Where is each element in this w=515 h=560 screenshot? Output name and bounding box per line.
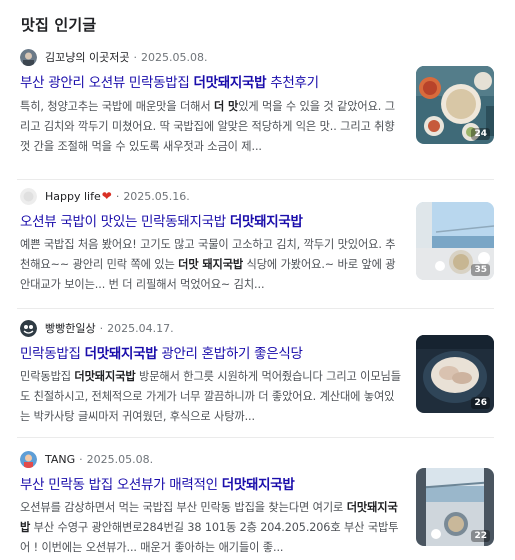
post-snippet: 오션뷰를 감상하면서 먹는 국밥집 부산 민락동 밥집을 찾는다면 여기로 더맛… — [20, 501, 399, 554]
post-meta: Happy life ❤ · 2025.05.16. — [20, 187, 190, 205]
meta-separator: · — [99, 321, 104, 335]
meta-separator: · — [133, 50, 137, 64]
post-date: 2025.05.08. — [140, 50, 208, 64]
post-snippet: 예쁜 국밥집 처음 봤어요! 고기도 많고 국물이 고소하고 김치, 깍두기 맛… — [20, 238, 396, 291]
author-name[interactable]: 김꼬냥의 이곳저곳 — [45, 49, 129, 65]
post-title-link[interactable]: 오션뷰 국밥이 맛있는 민락동돼지국밥 더맛돼지국밥 — [20, 210, 400, 230]
section-title: 맛집 인기글 — [21, 15, 97, 34]
meat-dish-photo-icon[interactable]: 26 — [416, 335, 494, 413]
image-count: 35 — [471, 264, 490, 276]
post-title-link[interactable]: 부산 광안리 오션뷰 민락동밥집 더맛돼지국밥 추천후기 — [20, 71, 400, 91]
post-date: 2025.05.16. — [123, 189, 190, 203]
image-count: 24 — [471, 128, 490, 140]
post-meta: 빵빵한일상 · 2025.04.17. — [20, 319, 174, 337]
author-avatar[interactable] — [20, 187, 37, 205]
post-meta: TANG · 2025.05.08. — [20, 450, 153, 468]
bridge-view-photo-icon[interactable]: 22 — [416, 468, 494, 546]
post-date: 2025.05.08. — [86, 452, 154, 466]
author-name[interactable]: TANG — [45, 453, 75, 466]
author-avatar[interactable] — [20, 450, 37, 468]
post-item: TANG · 2025.05.08. 부산 민락동 밥집 오션뷰가 매력적인 더… — [17, 438, 494, 560]
section-header: 맛집 인기글 — [17, 0, 515, 48]
author-avatar[interactable] — [20, 319, 37, 337]
image-count: 26 — [471, 397, 490, 409]
post-snippet: 민락동밥집 더맛돼지국밥 방문해서 한그릇 시원하게 먹어줬습니다 그리고 이모… — [20, 370, 401, 423]
post-item: 김꼬냥의 이곳저곳 · 2025.05.08. 부산 광안리 오션뷰 민락동밥집… — [17, 48, 494, 180]
ocean-view-photo-icon[interactable]: 35 — [416, 202, 494, 280]
food-photo-icon[interactable]: 24 — [416, 66, 494, 144]
post-snippet: 특히, 청양고추는 국밥에 매운맛을 더해서 더 맛있게 먹을 수 있을 것 같… — [20, 100, 395, 153]
post-item: 빵빵한일상 · 2025.04.17. 민락동밥집 더맛돼지국밥 광안리 혼밥하… — [17, 309, 494, 438]
post-date: 2025.04.17. — [107, 321, 174, 335]
author-avatar[interactable] — [20, 48, 37, 66]
post-item: Happy life ❤ · 2025.05.16. 오션뷰 국밥이 맛있는 민… — [17, 180, 494, 309]
heart-icon: ❤ — [101, 189, 112, 203]
post-title-link[interactable]: 부산 민락동 밥집 오션뷰가 매력적인 더맛돼지국밥 — [20, 473, 400, 493]
author-name[interactable]: 빵빵한일상 — [45, 320, 96, 336]
author-name[interactable]: Happy life — [45, 190, 101, 203]
meta-separator: · — [79, 452, 83, 466]
image-count: 22 — [471, 530, 490, 542]
popular-posts-panel: 맛집 인기글 김꼬냥의 이곳저곳 · 2025.05.08. 부산 광안리 오션… — [0, 0, 515, 560]
meta-separator: · — [115, 189, 120, 203]
post-meta: 김꼬냥의 이곳저곳 · 2025.05.08. — [20, 48, 207, 66]
post-title-link[interactable]: 민락동밥집 더맛돼지국밥 광안리 혼밥하기 좋은식당 — [20, 342, 400, 362]
